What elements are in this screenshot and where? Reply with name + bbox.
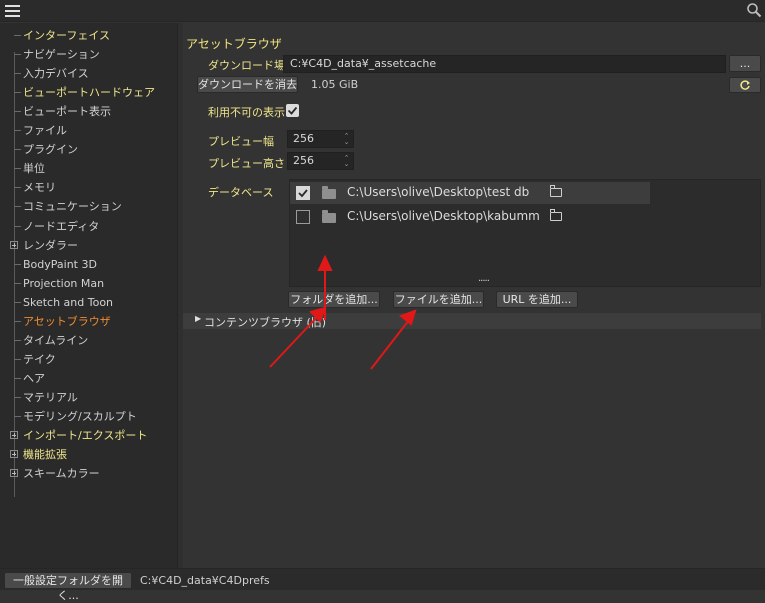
- open-prefs-folder-button[interactable]: 一般設定フォルダを開く...: [4, 572, 132, 602]
- annotation-arrowhead: [309, 306, 327, 323]
- annotation-arrowhead: [317, 254, 333, 271]
- annotation-arrow: [370, 319, 410, 370]
- annotation-arrow: [269, 314, 320, 368]
- annotation-arrowhead: [398, 309, 417, 326]
- prefs-path: C:¥C4D_data¥C4Dprefs: [140, 574, 270, 587]
- annotation-arrows: [269, 254, 417, 370]
- bottom-bar: 一般設定フォルダを開く... C:¥C4D_data¥C4Dprefs: [0, 568, 765, 602]
